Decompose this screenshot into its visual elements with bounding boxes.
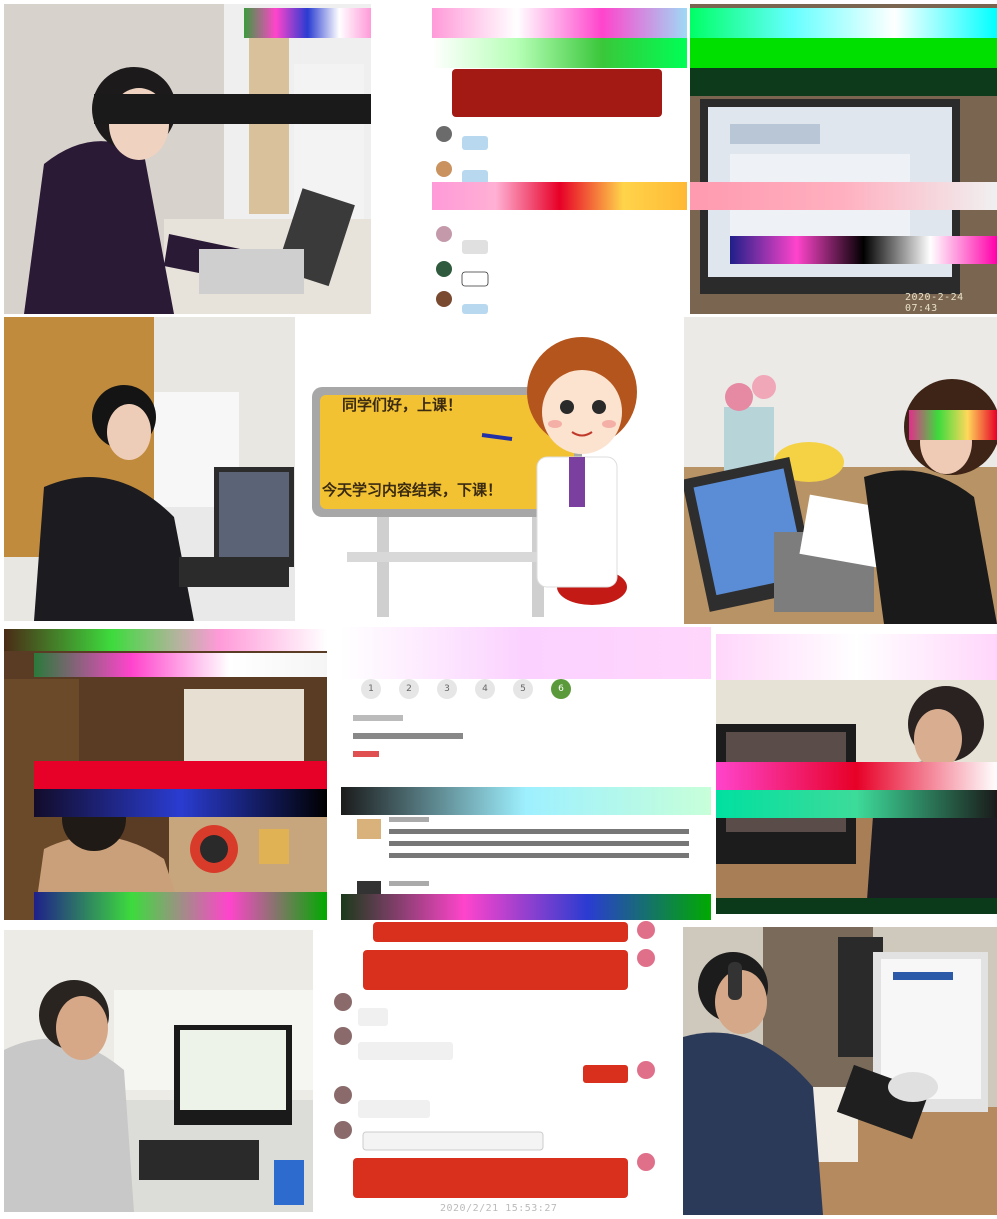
photo-timestamp: 2020-2-24 07:43 xyxy=(905,292,964,314)
photo-scene xyxy=(684,317,997,624)
glitch-bar xyxy=(690,68,997,96)
photo-laptop-video: 2020-2-24 07:43 xyxy=(690,4,997,314)
glitch-bar xyxy=(690,38,997,68)
photo-teacher-headphones xyxy=(683,927,997,1215)
chat-timestamp: 2020/2/21 15:53:27 xyxy=(440,1203,558,1214)
cartoon-teacher-board: 同学们好，上课！ 今天学习内容结束，下课！ xyxy=(307,317,672,621)
board-greeting: 同学们好，上课！ xyxy=(342,396,463,414)
photo-scene xyxy=(683,927,997,1215)
glitch-bar xyxy=(716,790,997,818)
glitch-bar xyxy=(690,182,997,210)
glitch-bar xyxy=(34,761,327,789)
glitch-bar xyxy=(341,787,711,815)
cartoon-scene xyxy=(307,317,672,621)
glitch-bar xyxy=(690,8,997,38)
quiz-page-5[interactable]: 5 xyxy=(513,679,533,699)
photo-scene xyxy=(4,317,295,621)
quiz-page-6[interactable]: 6 xyxy=(551,679,571,699)
quiz-pagination: 1 2 3 4 5 6 xyxy=(361,679,571,699)
glitch-bar xyxy=(730,236,997,264)
glitch-bar xyxy=(341,627,711,679)
quiz-page-2[interactable]: 2 xyxy=(399,679,419,699)
photo-teacher-woman-laptop xyxy=(4,4,371,314)
quiz-page-1[interactable]: 1 xyxy=(361,679,381,699)
glitch-bar xyxy=(34,653,327,677)
glitch-bar xyxy=(34,789,327,817)
glitch-bar xyxy=(4,629,327,651)
glitch-bar xyxy=(716,634,997,680)
screenshot-chat-2: 2020/2/21 15:53:27 xyxy=(328,920,662,1219)
photo-scene xyxy=(4,4,371,314)
photo-study-room xyxy=(4,629,327,920)
glitch-bar xyxy=(432,182,687,210)
photo-teacher-side-laptop xyxy=(4,317,295,621)
glitch-bar xyxy=(244,8,371,38)
screenshot-chat-1 xyxy=(432,4,687,314)
screenshot-quiz: 1 2 3 4 5 6 xyxy=(341,627,711,920)
photo-teacher-man-laptop xyxy=(716,634,997,914)
glitch-bar xyxy=(432,38,687,68)
chat-screen xyxy=(328,920,662,1219)
quiz-page-3[interactable]: 3 xyxy=(437,679,457,699)
board-closing: 今天学习内容结束，下课！ xyxy=(322,481,503,499)
glitch-bar xyxy=(909,410,997,440)
glitch-bar xyxy=(94,94,371,124)
glitch-bar xyxy=(34,892,327,920)
photo-teacher-man-desktop xyxy=(4,930,313,1212)
photo-scene xyxy=(4,930,313,1212)
photo-teacher-writing xyxy=(684,317,997,624)
glitch-bar xyxy=(432,8,687,38)
glitch-bar xyxy=(716,762,997,790)
glitch-bar xyxy=(716,898,997,914)
glitch-bar xyxy=(341,894,711,920)
quiz-page-4[interactable]: 4 xyxy=(475,679,495,699)
